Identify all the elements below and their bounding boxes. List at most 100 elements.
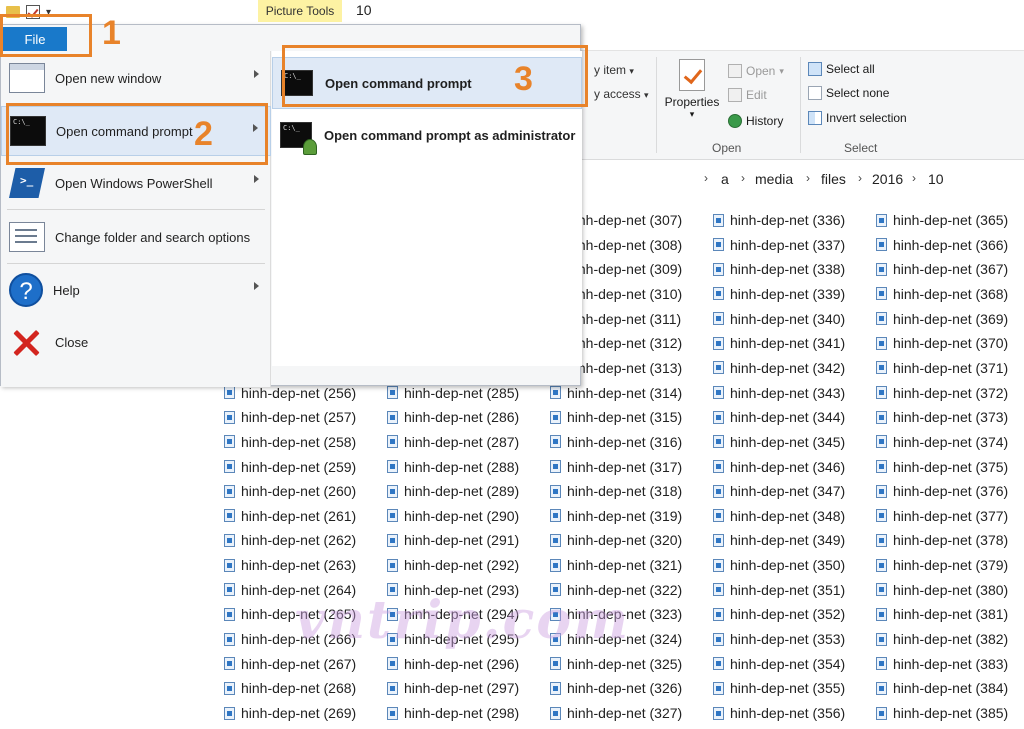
file-item[interactable]: hinh-dep-net (370) <box>876 333 1008 353</box>
history-button[interactable]: History <box>728 111 783 131</box>
menu-item-label: Change folder and search options <box>55 229 251 245</box>
picture-tools-tab[interactable]: Picture Tools <box>258 0 342 22</box>
breadcrumb-media[interactable]: media <box>755 171 793 187</box>
file-item[interactable]: hinh-dep-net (291) <box>387 530 519 550</box>
file-item[interactable]: hinh-dep-net (287) <box>387 432 519 452</box>
image-file-icon <box>550 558 561 572</box>
file-item[interactable]: hinh-dep-net (342) <box>713 358 845 378</box>
file-item[interactable]: hinh-dep-net (366) <box>876 235 1008 255</box>
edit-button[interactable]: Edit <box>728 85 767 105</box>
file-item[interactable]: hinh-dep-net (365) <box>876 210 1008 230</box>
file-item[interactable]: hinh-dep-net (258) <box>224 432 356 452</box>
file-name: hinh-dep-net (327) <box>567 705 683 721</box>
file-item[interactable]: hinh-dep-net (321) <box>550 555 682 575</box>
file-item[interactable]: hinh-dep-net (371) <box>876 358 1008 378</box>
file-item[interactable]: hinh-dep-net (381) <box>876 604 1008 624</box>
file-item[interactable]: hinh-dep-net (260) <box>224 481 356 501</box>
file-item[interactable]: hinh-dep-net (292) <box>387 555 519 575</box>
file-item[interactable]: hinh-dep-net (341) <box>713 333 845 353</box>
image-file-icon <box>713 435 724 449</box>
file-item[interactable]: hinh-dep-net (344) <box>713 407 845 427</box>
file-item[interactable]: hinh-dep-net (337) <box>713 235 845 255</box>
file-item[interactable]: hinh-dep-net (385) <box>876 703 1008 723</box>
open-button[interactable]: Open ▾ <box>728 61 784 81</box>
file-item[interactable]: hinh-dep-net (377) <box>876 506 1008 526</box>
file-item[interactable]: hinh-dep-net (315) <box>550 407 682 427</box>
menu-item-open-new-window[interactable]: Open new window <box>1 53 271 103</box>
file-item[interactable]: hinh-dep-net (372) <box>876 383 1008 403</box>
file-item[interactable]: hinh-dep-net (376) <box>876 481 1008 501</box>
file-item[interactable]: hinh-dep-net (290) <box>387 506 519 526</box>
file-item[interactable]: hinh-dep-net (267) <box>224 654 356 674</box>
file-item[interactable]: hinh-dep-net (298) <box>387 703 519 723</box>
file-item[interactable]: hinh-dep-net (382) <box>876 629 1008 649</box>
file-item[interactable]: hinh-dep-net (367) <box>876 259 1008 279</box>
file-item[interactable]: hinh-dep-net (355) <box>713 678 845 698</box>
breadcrumb-a[interactable]: a <box>721 171 729 187</box>
file-item[interactable]: hinh-dep-net (268) <box>224 678 356 698</box>
breadcrumb-2016[interactable]: 2016 <box>872 171 903 187</box>
file-item[interactable]: hinh-dep-net (319) <box>550 506 682 526</box>
file-item[interactable]: hinh-dep-net (345) <box>713 432 845 452</box>
file-item[interactable]: hinh-dep-net (289) <box>387 481 519 501</box>
file-item[interactable]: hinh-dep-net (327) <box>550 703 682 723</box>
file-item[interactable]: hinh-dep-net (350) <box>713 555 845 575</box>
menu-item-help[interactable]: ? Help <box>1 265 271 315</box>
file-item[interactable]: hinh-dep-net (261) <box>224 506 356 526</box>
menu-item-close[interactable]: Close <box>1 317 271 367</box>
select-none-button[interactable]: Select none <box>808 83 889 103</box>
file-item[interactable]: hinh-dep-net (325) <box>550 654 682 674</box>
file-item[interactable]: hinh-dep-net (368) <box>876 284 1008 304</box>
submenu-open-command-prompt-admin[interactable]: Open command prompt as administrator <box>272 109 582 161</box>
file-item[interactable]: hinh-dep-net (380) <box>876 580 1008 600</box>
file-item[interactable]: hinh-dep-net (354) <box>713 654 845 674</box>
file-item[interactable]: hinh-dep-net (326) <box>550 678 682 698</box>
file-item[interactable]: hinh-dep-net (383) <box>876 654 1008 674</box>
file-item[interactable]: hinh-dep-net (353) <box>713 629 845 649</box>
file-item[interactable]: hinh-dep-net (288) <box>387 457 519 477</box>
file-item[interactable]: hinh-dep-net (356) <box>713 703 845 723</box>
file-item[interactable]: hinh-dep-net (349) <box>713 530 845 550</box>
file-item[interactable]: hinh-dep-net (318) <box>550 481 682 501</box>
file-item[interactable]: hinh-dep-net (384) <box>876 678 1008 698</box>
file-item[interactable]: hinh-dep-net (286) <box>387 407 519 427</box>
file-item[interactable]: hinh-dep-net (352) <box>713 604 845 624</box>
file-item[interactable]: hinh-dep-net (340) <box>713 309 845 329</box>
ribbon-easy-access-fragment[interactable]: y access ▾ <box>594 87 649 101</box>
image-file-icon <box>713 607 724 621</box>
select-all-button[interactable]: Select all <box>808 59 875 79</box>
file-item[interactable]: hinh-dep-net (375) <box>876 457 1008 477</box>
file-item[interactable]: hinh-dep-net (374) <box>876 432 1008 452</box>
file-item[interactable]: hinh-dep-net (336) <box>713 210 845 230</box>
breadcrumb-files[interactable]: files <box>821 171 846 187</box>
file-item[interactable]: hinh-dep-net (378) <box>876 530 1008 550</box>
file-item[interactable]: hinh-dep-net (351) <box>713 580 845 600</box>
file-item[interactable]: hinh-dep-net (296) <box>387 654 519 674</box>
menu-item-folder-options[interactable]: Change folder and search options <box>1 212 271 262</box>
file-item[interactable]: hinh-dep-net (317) <box>550 457 682 477</box>
breadcrumb-10[interactable]: 10 <box>928 171 944 187</box>
file-item[interactable]: hinh-dep-net (346) <box>713 457 845 477</box>
file-item[interactable]: hinh-dep-net (379) <box>876 555 1008 575</box>
file-item[interactable]: hinh-dep-net (297) <box>387 678 519 698</box>
file-item[interactable]: hinh-dep-net (369) <box>876 309 1008 329</box>
file-item[interactable]: hinh-dep-net (259) <box>224 457 356 477</box>
menu-divider <box>7 209 265 210</box>
file-item[interactable]: hinh-dep-net (269) <box>224 703 356 723</box>
file-item[interactable]: hinh-dep-net (263) <box>224 555 356 575</box>
file-item[interactable]: hinh-dep-net (373) <box>876 407 1008 427</box>
file-item[interactable]: hinh-dep-net (343) <box>713 383 845 403</box>
ribbon-copy-item-fragment[interactable]: y item ▾ <box>594 63 634 77</box>
file-item[interactable]: hinh-dep-net (257) <box>224 407 356 427</box>
file-item[interactable]: hinh-dep-net (338) <box>713 259 845 279</box>
file-item[interactable]: hinh-dep-net (348) <box>713 506 845 526</box>
menu-item-open-powershell[interactable]: Open Windows PowerShell <box>1 158 271 208</box>
file-item[interactable]: hinh-dep-net (339) <box>713 284 845 304</box>
properties-button[interactable]: Properties ▾ <box>662 59 722 139</box>
invert-selection-button[interactable]: Invert selection <box>808 108 907 128</box>
file-item[interactable]: hinh-dep-net (262) <box>224 530 356 550</box>
file-item[interactable]: hinh-dep-net (347) <box>713 481 845 501</box>
file-item[interactable]: hinh-dep-net (320) <box>550 530 682 550</box>
file-item[interactable]: hinh-dep-net (316) <box>550 432 682 452</box>
address-bar[interactable]: › a › media › files › 2016 › 10 <box>580 168 1024 190</box>
